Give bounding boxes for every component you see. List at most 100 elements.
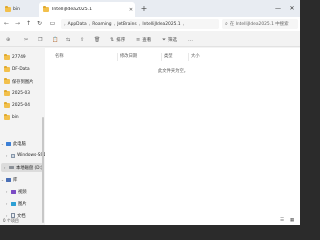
back-button[interactable]: ← (2, 19, 11, 29)
monitor-icon: ▭ (49, 20, 56, 27)
search-placeholder: 在 IntelliJIdea2025.1 中搜索 (229, 22, 289, 27)
folder-icon (43, 6, 49, 12)
copy-icon: ❐ (38, 37, 43, 43)
folder-icon (4, 66, 10, 72)
folder-icon (4, 54, 10, 60)
breadcrumb-jetbrains[interactable]: JetBrains (117, 22, 137, 27)
filter-button[interactable]: ⏷ 筛选 (162, 35, 177, 45)
tab-intellij[interactable]: IntelliJIdea2025.1 ✕ (39, 2, 135, 17)
new-tab-button[interactable]: + (139, 4, 149, 14)
folder-icon (4, 102, 10, 108)
column-header-type[interactable]: 类型 (162, 53, 189, 61)
chevron-right-icon: › (113, 21, 116, 27)
column-header-name[interactable]: 名称 (53, 53, 118, 61)
picture-icon (11, 201, 16, 206)
details-view-icon[interactable]: ☰ (279, 218, 285, 223)
folder-icon (5, 6, 11, 12)
sidebar-item-libraries[interactable]: ⌄ 库 (1, 175, 41, 184)
search-input[interactable]: ⌕ 在 IntelliJIdea2025.1 中搜索 (222, 19, 298, 29)
chevron-right-icon: › (138, 21, 141, 27)
view-button[interactable]: ≡ 查看 (136, 35, 151, 45)
sidebar-item-pictures[interactable]: › 图片 (6, 199, 46, 208)
drive-icon (10, 153, 16, 158)
sidebar-item-folder[interactable]: DF-Data (4, 65, 44, 74)
chevron-right-icon: › (6, 153, 8, 158)
sidebar-item-folder[interactable]: 27749 (4, 53, 44, 62)
sidebar-item-label: bin (12, 115, 19, 120)
share-icon: ⇪ (80, 37, 85, 43)
sidebar-item-this-pc[interactable]: ⌄ 此电脑 (1, 139, 41, 148)
empty-folder-message: 此文件夹为空。 (158, 69, 189, 74)
rename-icon: ⇆ (66, 37, 71, 43)
breadcrumb-roaming[interactable]: Roaming (92, 22, 111, 27)
sidebar-item-label: DF-Data (12, 67, 30, 72)
folder-icon (4, 114, 10, 120)
tab-label: bin (13, 7, 20, 12)
file-list: 名称 修改日期 类型 大小 此文件夹为空。 (45, 48, 300, 225)
chevron-right-icon: › (88, 21, 91, 27)
command-bar: ⊕ ✂ ❐ 📋 ⇆ ⇪ 🗑 ⇅ 排序 ≡ 查看 ⏷ 筛选 … (0, 33, 300, 47)
sidebar-item-drive-c[interactable]: › Windows-SS1 (6, 151, 46, 160)
cut-icon: ✂ (24, 37, 29, 43)
breadcrumb-appdata[interactable]: AppData (68, 22, 87, 27)
more-button[interactable]: … (188, 35, 193, 45)
sidebar-item-videos[interactable]: › 视频 (6, 187, 46, 196)
address-row: ← → ↑ ↻ ▭ › AppData › Roaming › JetBrain… (0, 17, 300, 31)
sort-button[interactable]: ⇅ 排序 (110, 35, 125, 45)
minimize-button[interactable]: — (272, 3, 284, 14)
up-button[interactable]: ↑ (24, 19, 33, 29)
rename-button[interactable]: ⇆ (66, 35, 70, 45)
folder-icon (4, 78, 10, 84)
library-icon (6, 177, 11, 182)
cut-button[interactable]: ✂ (24, 35, 28, 45)
title-bar: bin IntelliJIdea2025.1 ✕ + — ✕ (0, 0, 300, 17)
chevron-right-icon: › (6, 189, 8, 194)
sort-label: 排序 (116, 38, 126, 43)
chevron-right-icon: › (6, 201, 8, 206)
search-icon: ⌕ (225, 21, 228, 27)
refresh-button[interactable]: ↻ (35, 19, 44, 29)
address-bar[interactable]: › AppData › Roaming › JetBrains › Intell… (61, 19, 219, 29)
paste-button[interactable]: 📋 (52, 35, 58, 45)
tab-label: IntelliJIdea2025.1 (52, 7, 93, 12)
sidebar-item-label: 视频 (18, 189, 27, 195)
breadcrumb-intellij[interactable]: IntelliJIdea2025.1 (142, 22, 180, 27)
new-icon: ⊕ (6, 37, 11, 43)
copy-button[interactable]: ❐ (38, 35, 42, 45)
sidebar-item-label: 保存到图片 (12, 79, 34, 85)
sidebar-item-label: 本地磁盘 (D:) (16, 165, 43, 171)
delete-button[interactable]: 🗑 (94, 35, 100, 45)
close-window-button[interactable]: ✕ (286, 3, 298, 14)
share-button[interactable]: ⇪ (80, 35, 84, 45)
column-header-size[interactable]: 大小 (189, 53, 221, 61)
chevron-right-icon: › (64, 21, 66, 27)
chevron-right-icon: › (182, 21, 185, 27)
item-count: 0 个项目 (3, 218, 19, 223)
sidebar-item-label: 2025-04 (12, 103, 30, 108)
chevron-down-icon: ⌄ (1, 141, 4, 146)
forward-button[interactable]: → (13, 19, 22, 29)
drive-icon (9, 166, 14, 169)
close-tab-icon[interactable]: ✕ (127, 7, 135, 13)
filter-label: 筛选 (168, 38, 178, 43)
trash-icon: 🗑 (94, 37, 101, 43)
sidebar-item-drive-d[interactable]: › 本地磁盘 (D:) (1, 163, 43, 172)
sidebar-scrollbar[interactable] (42, 117, 44, 223)
more-icon: … (188, 37, 193, 43)
new-button[interactable]: ⊕ (6, 35, 10, 45)
sidebar-item-folder[interactable]: 2025-03 (4, 89, 44, 98)
sort-icon: ⇅ (110, 37, 115, 43)
sidebar-item-folder[interactable]: 保存到图片 (4, 77, 44, 86)
sidebar-item-label: 27749 (12, 55, 26, 60)
tab-bin[interactable]: bin (2, 3, 38, 16)
sidebar-item-folder[interactable]: 2025-04 (4, 101, 44, 110)
paste-icon: 📋 (52, 37, 59, 43)
sidebar-item-label: 图片 (18, 201, 27, 207)
sidebar-item-label: 2025-03 (12, 91, 30, 96)
tiles-view-icon[interactable]: ▦ (289, 218, 295, 223)
navigation-pane: 27749 DF-Data 保存到图片 2025-03 2025-04 bin … (0, 47, 46, 225)
video-icon (11, 189, 16, 194)
status-bar: 0 个项目 ☰ ▦ (0, 217, 300, 225)
column-header-date[interactable]: 修改日期 (118, 53, 162, 61)
sidebar-item-folder[interactable]: bin (4, 113, 44, 122)
